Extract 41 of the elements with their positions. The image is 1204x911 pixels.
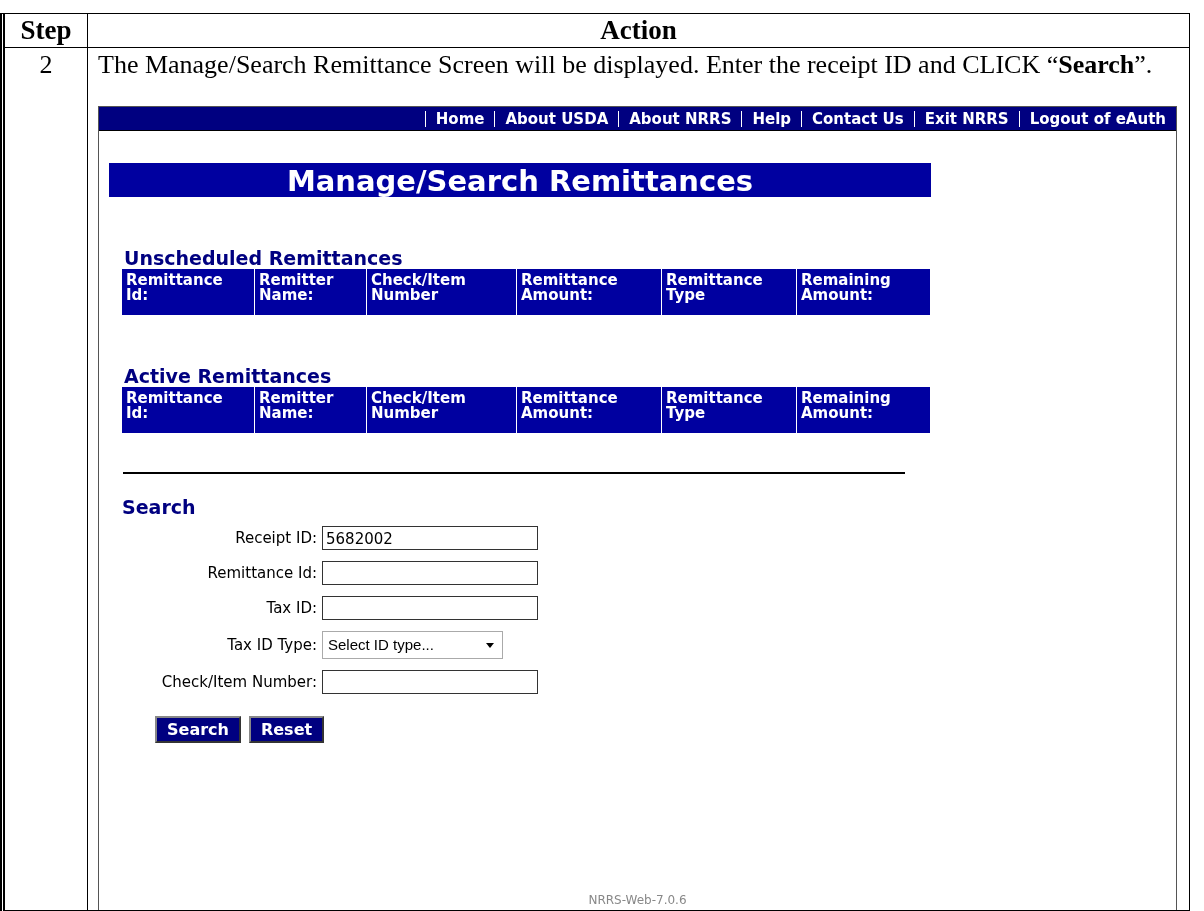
nav-link[interactable]: Exit NRRS bbox=[913, 110, 1019, 127]
table-header-cell: Remittance Amount: bbox=[517, 269, 662, 315]
column-header: Step bbox=[5, 14, 88, 47]
table-header-cell: Remitter Name: bbox=[255, 387, 367, 433]
page-title: Manage/Search Remittances bbox=[109, 163, 931, 197]
column-header: Action bbox=[88, 14, 1190, 47]
nav-link[interactable]: About USDA bbox=[494, 110, 619, 127]
section-heading: Unscheduled Remittances bbox=[124, 247, 404, 269]
nav-link[interactable]: Help bbox=[741, 110, 802, 127]
table-header-cell-text: Remaining Amount: bbox=[800, 388, 892, 424]
input-field[interactable] bbox=[322, 670, 538, 694]
nav-link[interactable]: Logout of eAuth bbox=[1018, 110, 1176, 127]
field-label: Tax ID Type: bbox=[226, 636, 317, 654]
instruction-text: The Manage/Search Remittance Screen will be displayed. Enter the receipt ID and CLICK “Search”. bbox=[98, 49, 1154, 81]
table-header-cell: Remitter Name: bbox=[255, 269, 367, 315]
table-header-cell: Remittance Id: bbox=[122, 269, 255, 315]
nav-link[interactable]: About NRRS bbox=[618, 110, 742, 127]
caret-icon bbox=[486, 642, 494, 648]
table-header-cell: Check/Item Number bbox=[367, 269, 517, 315]
step-number: 2 bbox=[39, 50, 53, 79]
table-header-cell: Check/Item Number bbox=[367, 387, 517, 433]
field-label: Tax ID: bbox=[265, 599, 317, 617]
input-field[interactable] bbox=[322, 596, 538, 620]
table-header-cell-text: Remaining Amount: bbox=[800, 270, 892, 306]
input-field[interactable]: 5682002 bbox=[322, 526, 538, 550]
field-label: Check/Item Number: bbox=[160, 673, 317, 691]
nav-link[interactable]: Contact Us bbox=[801, 110, 914, 127]
table-header-cell: Remittance Type bbox=[662, 387, 797, 433]
version-text: NRRS-Web-7.0.6 bbox=[587, 893, 688, 907]
table-header-cell: Remittance Type bbox=[662, 269, 797, 315]
section-heading: Active Remittances bbox=[124, 365, 333, 387]
field-label: Remittance Id: bbox=[206, 564, 317, 582]
section-heading: Search bbox=[122, 496, 197, 518]
table-header-cell: Remittance Id: bbox=[122, 387, 255, 433]
table-header-cell: Remittance Amount: bbox=[517, 387, 662, 433]
form-button[interactable]: Search bbox=[155, 716, 241, 743]
form-button[interactable]: Reset bbox=[248, 716, 325, 743]
dropdown[interactable]: Select ID type... bbox=[322, 631, 503, 659]
field-label: Receipt ID: bbox=[234, 529, 317, 547]
input-field[interactable] bbox=[322, 561, 538, 585]
nav-link[interactable]: Home bbox=[424, 110, 495, 127]
